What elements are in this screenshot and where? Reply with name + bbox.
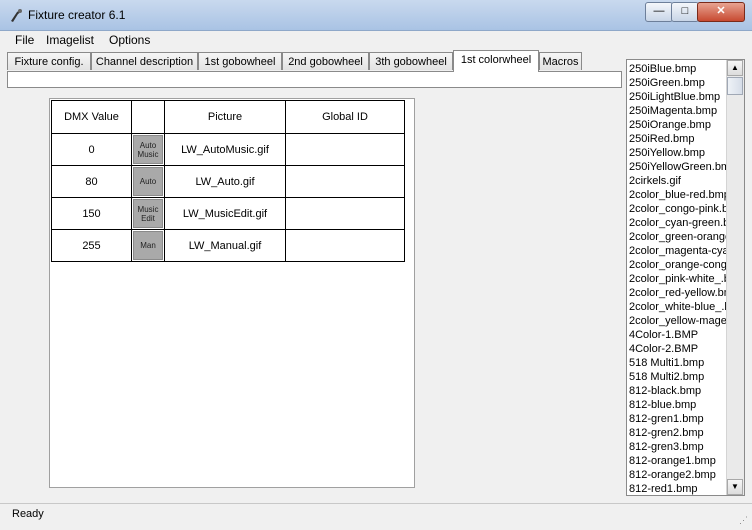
list-item[interactable]: 250iGreen.bmp — [629, 76, 727, 90]
status-bar: Ready ⋰ — [0, 503, 752, 530]
list-item[interactable]: 812-black.bmp — [629, 384, 727, 398]
list-item[interactable]: 2color_blue-red.bmp — [629, 188, 727, 202]
scroll-thumb[interactable] — [727, 77, 743, 95]
cell-dmx-value[interactable]: 80 — [51, 165, 132, 198]
menu-options[interactable]: Options — [109, 33, 150, 47]
table-header-row: DMX Value Picture Global ID — [51, 100, 405, 134]
cell-thumbnail[interactable]: Auto — [131, 165, 165, 198]
tab-macros[interactable]: Macros — [539, 52, 582, 70]
cell-global-id[interactable] — [285, 229, 405, 262]
cell-picture[interactable]: LW_AutoMusic.gif — [164, 133, 286, 166]
list-item[interactable]: 812-red1.bmp — [629, 482, 727, 495]
list-item[interactable]: 2color_congo-pink.bmp — [629, 202, 727, 216]
menu-file[interactable]: File — [15, 33, 34, 47]
list-item[interactable]: 812-gren3.bmp — [629, 440, 727, 454]
close-button[interactable]: ✕ — [697, 2, 745, 22]
list-item[interactable]: 250iYellow.bmp — [629, 146, 727, 160]
list-item[interactable]: 812-gren1.bmp — [629, 412, 727, 426]
list-item[interactable]: 812-orange2.bmp — [629, 468, 727, 482]
fixture-app-icon — [11, 9, 22, 22]
colorwheel-table: DMX Value Picture Global ID 0 Auto Music… — [51, 100, 405, 262]
list-item[interactable]: 250iRed.bmp — [629, 132, 727, 146]
scroll-down-arrow-icon[interactable]: ▼ — [727, 479, 743, 495]
colorwheel-grid: DMX Value Picture Global ID 0 Auto Music… — [49, 98, 415, 488]
list-item[interactable]: 2color_white-blue_.bmp — [629, 300, 727, 314]
thumbnail-image: Auto Music — [133, 135, 163, 164]
tab-panel-header — [7, 71, 622, 88]
header-picture[interactable]: Picture — [164, 100, 286, 134]
cell-thumbnail[interactable]: Music Edit — [131, 197, 165, 230]
list-item[interactable]: 2color_orange-congo.bmp — [629, 258, 727, 272]
cell-thumbnail[interactable]: Man — [131, 229, 165, 262]
list-item[interactable]: 2color_red-yellow.bmp — [629, 286, 727, 300]
tab-3th-gobowheel[interactable]: 3th gobowheel — [369, 52, 453, 70]
tab-2nd-gobowheel[interactable]: 2nd gobowheel — [282, 52, 369, 70]
table-row[interactable]: 0 Auto Music LW_AutoMusic.gif — [51, 133, 405, 166]
list-item[interactable]: 812-orange1.bmp — [629, 454, 727, 468]
status-text: Ready — [12, 508, 44, 520]
list-item[interactable]: 518 Multi1.bmp — [629, 356, 727, 370]
thumbnail-image: Man — [133, 231, 163, 260]
list-item[interactable]: 250iLightBlue.bmp — [629, 90, 727, 104]
table-row[interactable]: 255 Man LW_Manual.gif — [51, 229, 405, 262]
thumbnail-image: Music Edit — [133, 199, 163, 228]
header-thumbnail[interactable] — [131, 100, 165, 134]
tab-fixture-config[interactable]: Fixture config. — [7, 52, 91, 70]
window-title: Fixture creator 6.1 — [28, 8, 126, 22]
cell-global-id[interactable] — [285, 197, 405, 230]
list-item[interactable]: 2color_yellow-magenta.bmp — [629, 314, 727, 328]
cell-picture[interactable]: LW_Auto.gif — [164, 165, 286, 198]
image-list[interactable]: 250iBlue.bmp 250iGreen.bmp 250iLightBlue.b… — [626, 59, 745, 496]
cell-dmx-value[interactable]: 150 — [51, 197, 132, 230]
list-item[interactable]: 250iOrange.bmp — [629, 118, 727, 132]
cell-dmx-value[interactable]: 0 — [51, 133, 132, 166]
list-item[interactable]: 2color_green-orange.bmp — [629, 230, 727, 244]
tab-1st-colorwheel[interactable]: 1st colorwheel — [453, 50, 539, 72]
tab-channel-description[interactable]: Channel description — [91, 52, 198, 70]
list-item[interactable]: 2cirkels.gif — [629, 174, 727, 188]
title-bar: Fixture creator 6.1 — □ ✕ — [0, 0, 752, 31]
table-row[interactable]: 80 Auto LW_Auto.gif — [51, 165, 405, 198]
cell-global-id[interactable] — [285, 165, 405, 198]
list-item[interactable]: 2color_cyan-green.bmp — [629, 216, 727, 230]
cell-picture[interactable]: LW_Manual.gif — [164, 229, 286, 262]
cell-dmx-value[interactable]: 255 — [51, 229, 132, 262]
image-list-items: 250iBlue.bmp 250iGreen.bmp 250iLightBlue.b… — [629, 62, 727, 495]
list-item[interactable]: 250iMagenta.bmp — [629, 104, 727, 118]
list-item[interactable]: 250iYellowGreen.bmp — [629, 160, 727, 174]
cell-global-id[interactable] — [285, 133, 405, 166]
list-item[interactable]: 812-blue.bmp — [629, 398, 727, 412]
resize-grip-icon[interactable]: ⋰ — [739, 515, 748, 526]
header-global-id[interactable]: Global ID — [285, 100, 405, 134]
list-item[interactable]: 250iBlue.bmp — [629, 62, 727, 76]
image-list-scrollbar[interactable]: ▲ ▼ — [726, 60, 744, 495]
cell-thumbnail[interactable]: Auto Music — [131, 133, 165, 166]
menu-imagelist[interactable]: Imagelist — [46, 33, 94, 47]
header-dmx-value[interactable]: DMX Value — [51, 100, 132, 134]
list-item[interactable]: 518 Multi2.bmp — [629, 370, 727, 384]
minimize-button[interactable]: — — [645, 2, 673, 22]
list-item[interactable]: 812-gren2.bmp — [629, 426, 727, 440]
list-item[interactable]: 4Color-1.BMP — [629, 328, 727, 342]
table-row[interactable]: 150 Music Edit LW_MusicEdit.gif — [51, 197, 405, 230]
list-item[interactable]: 2color_magenta-cyan.bmp — [629, 244, 727, 258]
tab-1st-gobowheel[interactable]: 1st gobowheel — [198, 52, 282, 70]
list-item[interactable]: 2color_pink-white_.bmp — [629, 272, 727, 286]
list-item[interactable]: 4Color-2.BMP — [629, 342, 727, 356]
cell-picture[interactable]: LW_MusicEdit.gif — [164, 197, 286, 230]
thumbnail-image: Auto — [133, 167, 163, 196]
scroll-up-arrow-icon[interactable]: ▲ — [727, 60, 743, 76]
menu-bar: File Imagelist Options — [0, 31, 752, 49]
maximize-button[interactable]: □ — [671, 2, 699, 22]
